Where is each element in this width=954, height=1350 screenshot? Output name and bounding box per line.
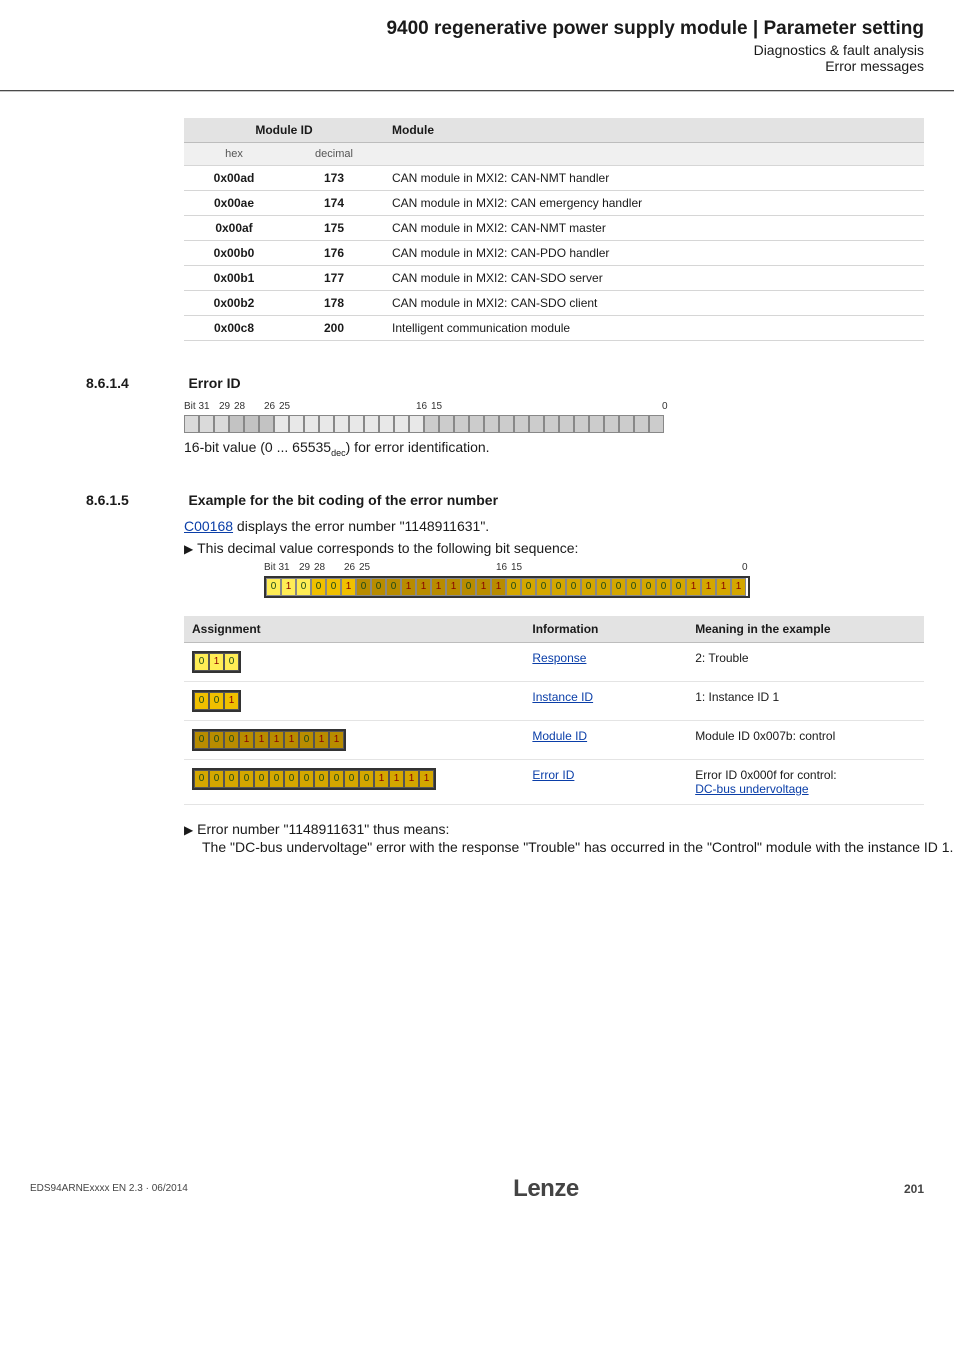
bit-cell: 0 — [656, 578, 671, 596]
bit-cell: 0 — [536, 578, 551, 596]
bit-diagram-empty: Bit 31 29 28 26 25 16 15 0 — [184, 401, 954, 433]
bit-cell: 0 — [311, 578, 326, 596]
bit-cell: 1 — [686, 578, 701, 596]
info-link[interactable]: Error ID — [532, 768, 574, 782]
section-title: Example for the bit coding of the error … — [188, 492, 498, 508]
subcol-dec: decimal — [284, 143, 384, 166]
bit-cell: 0 — [386, 578, 401, 596]
bit-cell: 1 — [401, 578, 416, 596]
bit-cell: 1 — [446, 578, 461, 596]
bit-cell: 0 — [641, 578, 656, 596]
info-link[interactable]: Instance ID — [532, 690, 593, 704]
bit-diagram-example: Bit 31 29 28 26 25 16 15 0 0100010001111… — [264, 562, 954, 598]
triangle-icon: ▶ — [184, 542, 193, 556]
info-link[interactable]: Response — [532, 651, 586, 665]
bit-cell: 1 — [716, 578, 731, 596]
col-assignment: Assignment — [184, 616, 524, 643]
section-number: 8.6.1.4 — [86, 375, 184, 391]
bit-cell: 0 — [551, 578, 566, 596]
bit-cell: 0 — [296, 578, 311, 596]
col-module: Module — [384, 118, 924, 143]
table-row: 0x00b2178CAN module in MXI2: CAN-SDO cli… — [184, 291, 924, 316]
table-row: 0x00ae174CAN module in MXI2: CAN emergen… — [184, 191, 924, 216]
subcol-hex: hex — [184, 143, 284, 166]
table-row: 0001111011Module IDModule ID 0x007b: con… — [184, 720, 924, 759]
table-row: 0x00b1177CAN module in MXI2: CAN-SDO ser… — [184, 266, 924, 291]
table-row: 001Instance ID1: Instance ID 1 — [184, 681, 924, 720]
col-module-id: Module ID — [184, 118, 384, 143]
bit-cell: 1 — [701, 578, 716, 596]
bit-cell: 1 — [281, 578, 296, 596]
bit-cell: 0 — [611, 578, 626, 596]
mean-link[interactable]: DC-bus undervoltage — [695, 782, 808, 796]
header-sub1: Diagnostics & fault analysis — [0, 42, 924, 58]
header-title: 9400 regenerative power supply module | … — [0, 18, 924, 40]
section-title: Error ID — [188, 375, 240, 391]
module-id-table: Module ID Module hex decimal 0x00ad173CA… — [184, 118, 924, 341]
table-row: 0x00af175CAN module in MXI2: CAN-NMT mas… — [184, 216, 924, 241]
bit-cell: 0 — [326, 578, 341, 596]
table-row: 010Response2: Trouble — [184, 642, 924, 681]
header-sub2: Error messages — [0, 58, 924, 74]
table-row: 0x00b0176CAN module in MXI2: CAN-PDO han… — [184, 241, 924, 266]
bit-cell: 0 — [371, 578, 386, 596]
bit-cell: 0 — [521, 578, 536, 596]
section-8-6-1-4: 8.6.1.4 Error ID — [86, 375, 954, 393]
assignment-table: Assignment Information Meaning in the ex… — [184, 616, 924, 805]
col-information: Information — [524, 616, 687, 643]
bit-cell: 1 — [731, 578, 746, 596]
bit-cell: 0 — [626, 578, 641, 596]
page-footer: EDS94ARNExxxx EN 2.3 · 06/2014 Lenze 201 — [0, 1175, 954, 1225]
conclusion: ▶ Error number "1148911631" thus means: … — [184, 821, 954, 855]
lenze-logo: Lenze — [513, 1175, 579, 1203]
bit-cell: 0 — [566, 578, 581, 596]
bit-cell: 0 — [506, 578, 521, 596]
col-meaning: Meaning in the example — [687, 616, 924, 643]
code-link[interactable]: C00168 — [184, 518, 233, 534]
error-id-desc: 16-bit value (0 ... 65535dec) for error … — [184, 439, 954, 458]
table-row: 0000000000001111Error IDError ID 0x000f … — [184, 759, 924, 804]
page-number: 201 — [904, 1182, 924, 1196]
bit-cell: 0 — [581, 578, 596, 596]
bit-cell: 1 — [341, 578, 356, 596]
info-link[interactable]: Module ID — [532, 729, 587, 743]
doc-id: EDS94ARNExxxx EN 2.3 · 06/2014 — [30, 1183, 188, 1194]
bit-cell: 1 — [476, 578, 491, 596]
bit-cell: 1 — [431, 578, 446, 596]
page-header: 9400 regenerative power supply module | … — [0, 0, 954, 84]
bit-cell: 0 — [671, 578, 686, 596]
bit-cell: 0 — [596, 578, 611, 596]
bit-cell: 0 — [461, 578, 476, 596]
table-row: 0x00ad173CAN module in MXI2: CAN-NMT han… — [184, 166, 924, 191]
table-row: 0x00c8200Intelligent communication modul… — [184, 316, 924, 341]
section-number: 8.6.1.5 — [86, 492, 184, 508]
section-8-6-1-5: 8.6.1.5 Example for the bit coding of th… — [86, 492, 954, 510]
bit-cell: 1 — [491, 578, 506, 596]
bit-cell: 0 — [266, 578, 281, 596]
triangle-icon: ▶ — [184, 823, 193, 837]
example-bullet: ▶ This decimal value corresponds to the … — [184, 540, 954, 556]
bit-cell: 0 — [356, 578, 371, 596]
bit-cell: 1 — [416, 578, 431, 596]
example-intro: C00168 displays the error number "114891… — [184, 518, 954, 534]
